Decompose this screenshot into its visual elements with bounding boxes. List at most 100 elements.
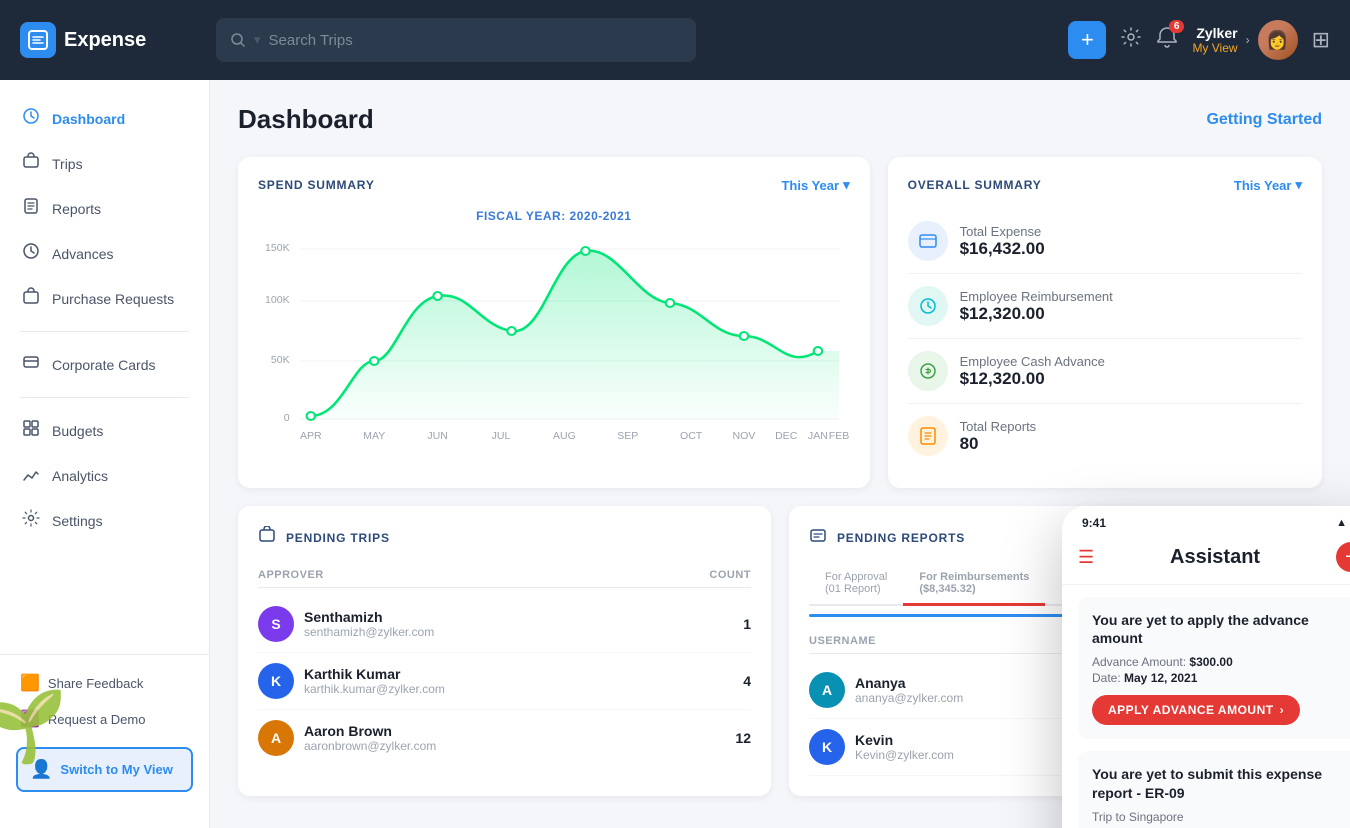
person-info: Aaron Brown aaronbrown@zylker.com — [304, 723, 735, 753]
dashboard-icon — [20, 107, 42, 130]
main-layout: Dashboard Trips Reports Ad — [0, 80, 1350, 828]
person-info: Senthamizh senthamizh@zylker.com — [304, 609, 743, 639]
purchase-requests-icon — [20, 287, 42, 310]
advance-amount-value: $300.00 — [1189, 655, 1232, 669]
svg-text:NOV: NOV — [733, 431, 756, 442]
switch-view-button[interactable]: 👤 Switch to My View — [16, 747, 193, 792]
employee-icon — [908, 286, 948, 326]
username-col-header: USERNAME — [809, 635, 876, 647]
advance-date-value: May 12, 2021 — [1124, 671, 1197, 685]
cash-label: Employee Cash Advance — [960, 354, 1105, 369]
spend-year-label: This Year — [781, 178, 839, 193]
add-button[interactable]: + — [1068, 21, 1106, 59]
pending-reports-title: PENDING REPORTS — [837, 531, 965, 545]
sidebar-item-advances[interactable]: Advances — [0, 231, 209, 276]
summary-cards-row: SPEND SUMMARY This Year ▾ FISCAL YEAR: 2… — [238, 157, 1322, 488]
person-info: Karthik Kumar karthik.kumar@zylker.com — [304, 666, 743, 696]
overall-item-total-expense: Total Expense $16,432.00 — [908, 209, 1302, 274]
settings-nav-icon — [20, 509, 42, 532]
for-reimburse-label: For Reimbursements — [919, 571, 1029, 583]
getting-started-link[interactable]: Getting Started — [1206, 111, 1322, 129]
spend-chart: FISCAL YEAR: 2020-2021 150K 100K 50K 0 — [258, 209, 850, 456]
person-name: Aaron Brown — [304, 723, 735, 739]
total-reports-label: Total Reports — [960, 419, 1037, 434]
report-progress-bar — [809, 614, 1105, 617]
request-demo-label: Request a Demo — [48, 712, 146, 727]
share-feedback-label: Share Feedback — [48, 676, 143, 691]
app-grid-icon[interactable]: ⊞ — [1312, 27, 1330, 53]
tab-for-reimbursements[interactable]: For Reimbursements ($8,345.32) — [903, 563, 1045, 606]
sidebar-item-label: Trips — [52, 156, 83, 172]
settings-icon[interactable] — [1120, 26, 1142, 54]
apply-advance-label: APPLY ADVANCE AMOUNT — [1108, 703, 1274, 717]
svg-text:JUL: JUL — [492, 431, 511, 442]
logo-icon — [20, 22, 56, 58]
search-bar[interactable]: ▾ — [216, 18, 696, 62]
employee-label: Employee Reimbursement — [960, 289, 1113, 304]
assistant-card-advance: You are yet to apply the advance amount … — [1078, 597, 1350, 739]
mobile-header: ☰ Assistant + — [1062, 534, 1350, 585]
avatar-image: 👩 — [1258, 20, 1298, 60]
reports-icon — [20, 197, 42, 220]
share-feedback-link[interactable]: 🟧 Share Feedback — [0, 665, 209, 701]
sidebar-item-label: Dashboard — [52, 111, 125, 127]
sidebar-item-trips[interactable]: Trips — [0, 141, 209, 186]
svg-text:50K: 50K — [271, 355, 290, 366]
mobile-content: You are yet to apply the advance amount … — [1062, 585, 1350, 828]
for-approval-label: For Approval — [825, 571, 887, 583]
overall-year-selector[interactable]: This Year ▾ — [1234, 177, 1302, 193]
table-row: K Karthik Kumar karthik.kumar@zylker.com… — [258, 653, 751, 710]
svg-text:DEC: DEC — [775, 431, 798, 442]
page-title: Dashboard — [238, 104, 374, 135]
request-demo-link[interactable]: 🟪 Request a Demo — [0, 701, 209, 737]
spend-chart-svg: 150K 100K 50K 0 — [258, 231, 850, 451]
search-icon — [230, 32, 246, 48]
hamburger-icon[interactable]: ☰ — [1078, 547, 1094, 568]
svg-text:JUN: JUN — [427, 431, 448, 442]
user-name: Zylker — [1192, 25, 1237, 41]
spend-year-selector[interactable]: This Year ▾ — [781, 177, 849, 193]
total-expense-label: Total Expense — [960, 224, 1045, 239]
pending-trips-header: PENDING TRIPS — [258, 526, 751, 549]
overall-year-label: This Year — [1234, 178, 1292, 193]
pending-trips-card: PENDING TRIPS APPROVER COUNT S Senthamiz… — [238, 506, 771, 796]
sidebar-item-budgets[interactable]: Budgets — [0, 408, 209, 453]
sidebar-divider — [20, 331, 189, 332]
mobile-add-button[interactable]: + — [1336, 542, 1350, 572]
sidebar-item-label: Corporate Cards — [52, 357, 156, 373]
person-name: Karthik Kumar — [304, 666, 743, 682]
tab-for-approval[interactable]: For Approval (01 Report) — [809, 563, 903, 606]
top-navigation: Expense ▾ + 6 Zylker My View — [0, 0, 1350, 80]
approver-col-header: APPROVER — [258, 569, 324, 581]
mobile-status-bar: 9:41 ▲ ▬ — [1062, 506, 1350, 534]
assistant-card-title: You are yet to apply the advance amount — [1092, 611, 1350, 647]
share-feedback-icon: 🟧 — [20, 673, 40, 693]
avatar: K — [809, 729, 845, 765]
sidebar-item-purchase-requests[interactable]: Purchase Requests — [0, 276, 209, 321]
app-logo: Expense — [20, 22, 200, 58]
search-dropdown[interactable]: ▾ — [254, 32, 261, 48]
overall-item-cash: Employee Cash Advance $12,320.00 — [908, 339, 1302, 404]
bottom-cards-row: PENDING TRIPS APPROVER COUNT S Senthamiz… — [238, 506, 1322, 796]
user-chevron-icon: › — [1246, 33, 1250, 47]
search-input[interactable] — [269, 32, 682, 49]
sidebar-item-corporate-cards[interactable]: Corporate Cards — [0, 342, 209, 387]
budgets-icon — [20, 419, 42, 442]
sidebar: Dashboard Trips Reports Ad — [0, 80, 210, 828]
mobile-assistant-overlay: 9:41 ▲ ▬ ☰ Assistant + You — [1062, 506, 1350, 828]
sidebar-item-reports[interactable]: Reports — [0, 186, 209, 231]
trip-count: 1 — [743, 616, 751, 632]
svg-text:APR: APR — [300, 431, 322, 442]
sidebar-item-settings[interactable]: Settings — [0, 498, 209, 543]
app-name: Expense — [64, 29, 146, 52]
svg-text:AUG: AUG — [553, 431, 576, 442]
apply-advance-button[interactable]: APPLY ADVANCE AMOUNT › — [1092, 695, 1300, 725]
notifications-icon[interactable]: 6 — [1156, 26, 1178, 54]
sidebar-item-dashboard[interactable]: Dashboard — [0, 96, 209, 141]
sidebar-item-analytics[interactable]: Analytics — [0, 453, 209, 498]
user-menu[interactable]: Zylker My View › 👩 — [1192, 20, 1297, 60]
person-icon: 👤 — [30, 759, 52, 780]
for-approval-count: (01 Report) — [825, 583, 887, 595]
sidebar-item-label: Purchase Requests — [52, 291, 174, 307]
svg-text:MAY: MAY — [363, 431, 385, 442]
